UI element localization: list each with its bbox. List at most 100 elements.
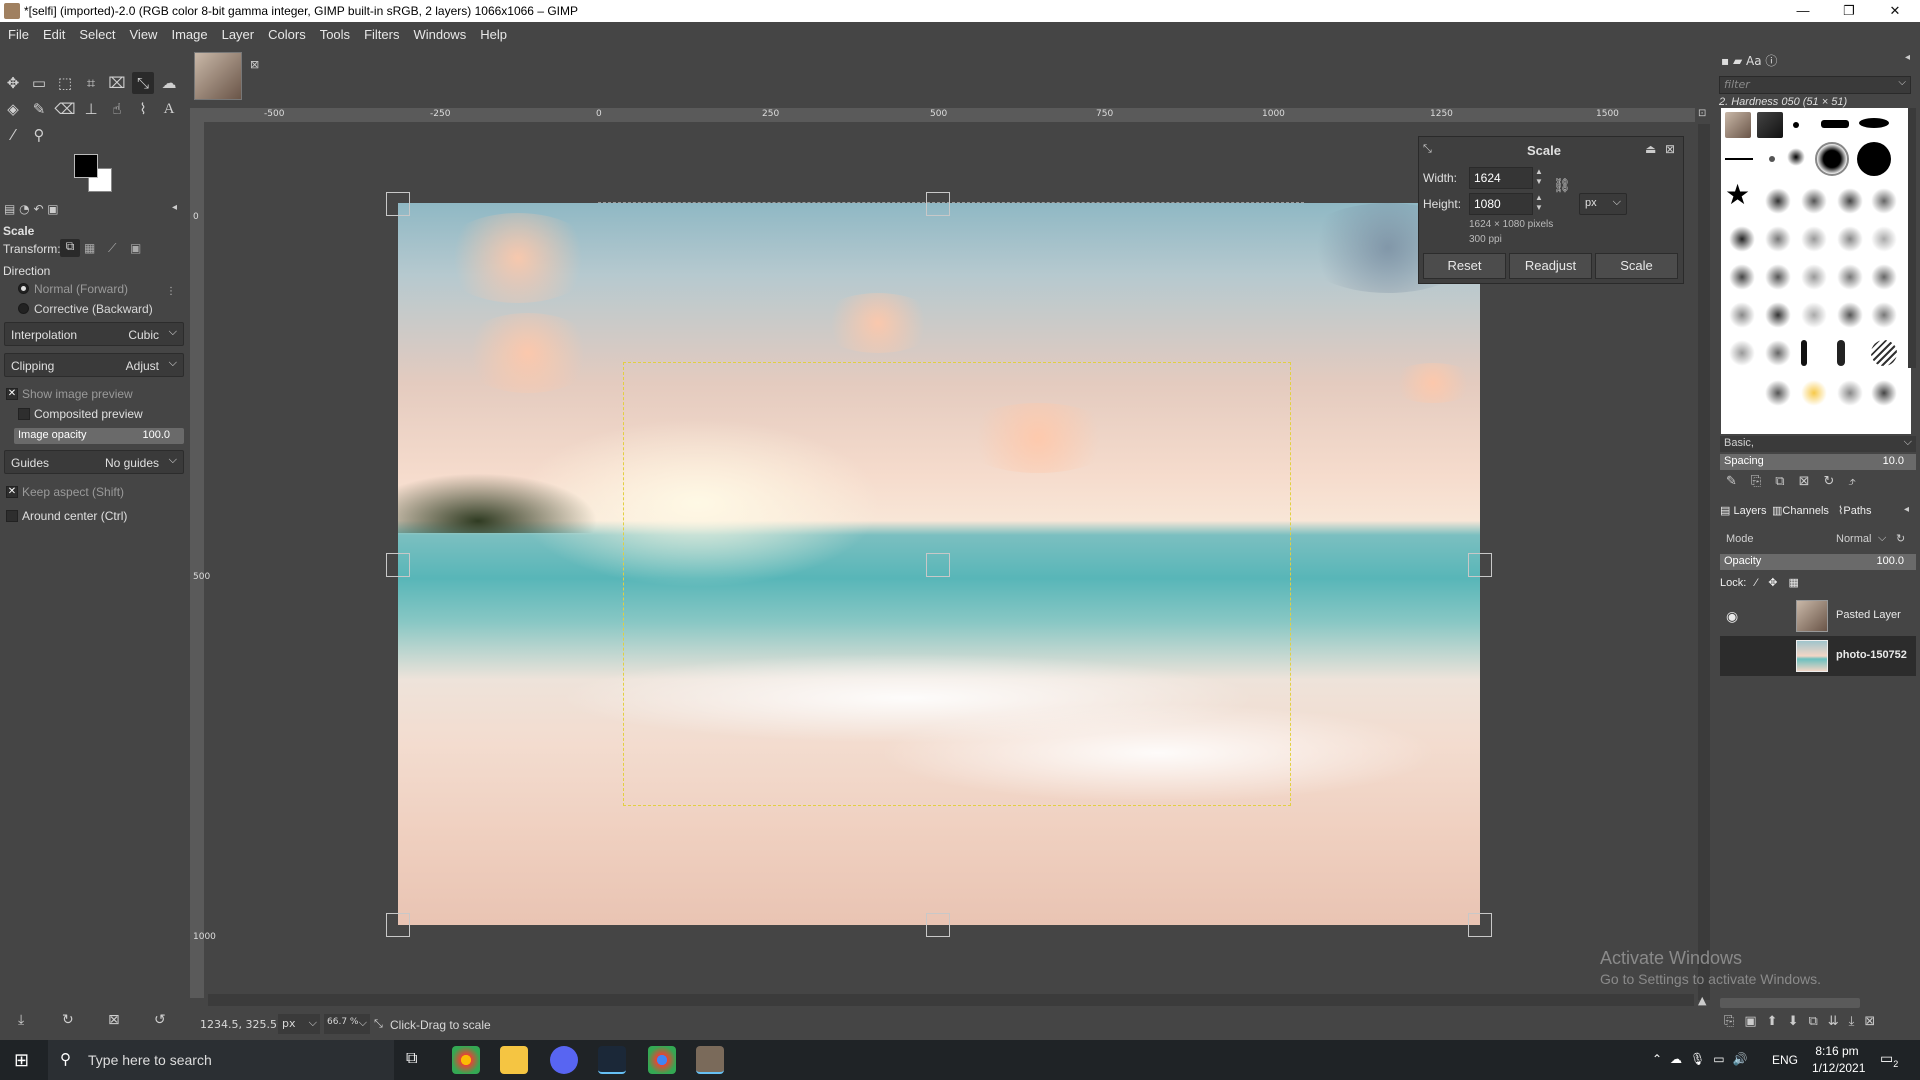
fuzzy-select-tool-icon[interactable]: ⬚ [54,72,76,94]
text-tool-icon[interactable]: A [158,98,180,120]
brush-thumbnail[interactable] [1837,264,1863,290]
reset-button[interactable]: Reset [1423,253,1506,279]
brush-thumbnail[interactable] [1871,188,1897,214]
horizontal-ruler[interactable]: -500 -250 0 250 500 750 1000 1250 1500 [190,108,1695,122]
brush-thumbnail[interactable] [1725,112,1751,138]
interpolation-combo[interactable]: Interpolation Cubic ⌵ [4,322,184,346]
delete-options-icon[interactable]: ⊠ [108,1012,120,1028]
system-tray-icons[interactable]: ⌃☁🎙▭🔊 [1652,1052,1756,1066]
menu-windows[interactable]: Windows [405,22,472,48]
chain-link-icon[interactable]: ⛓ [1553,177,1571,194]
brush-thumbnail[interactable] [1729,226,1755,252]
scale-handle-bottom-right[interactable] [1468,913,1492,937]
menu-layer[interactable]: Layer [214,22,261,48]
zoom-follow-icon[interactable]: ▲ [1698,994,1706,1007]
menu-edit[interactable]: Edit [35,22,71,48]
restore-options-icon[interactable]: ↻ [62,1012,74,1028]
color-picker-tool-icon[interactable]: ⁄ [2,124,24,146]
vertical-ruler[interactable]: 0 500 1000 [190,122,216,998]
maximize-button[interactable]: ❐ [1826,0,1872,22]
brush-thumbnail[interactable] [1725,158,1753,160]
bucket-fill-tool-icon[interactable]: ◈ [2,98,24,120]
star-brush-icon[interactable]: ★ [1725,178,1750,211]
guides-combo[interactable]: Guides No guides ⌵ [4,450,184,474]
width-spin-arrows-icon[interactable]: ▲ ▼ [1535,167,1543,187]
reset-options-icon[interactable]: ↺ [154,1012,166,1028]
height-input[interactable]: 1080 [1469,193,1533,215]
brush-thumbnail[interactable] [1729,264,1755,290]
panel-menu-icon[interactable]: ◂ [1904,504,1909,515]
brush-thumbnail[interactable] [1801,302,1827,328]
layer-mode-row[interactable]: Mode Normal ⌵ ↻ [1720,528,1916,550]
layer-row-selected[interactable]: photo-150752 [1720,636,1916,676]
layers-tab[interactable]: ▤ Layers [1720,504,1766,517]
readjust-button[interactable]: Readjust [1509,253,1592,279]
scale-handle-left[interactable] [386,553,410,577]
direction-normal-radio[interactable] [18,283,29,294]
menu-select[interactable]: Select [71,22,121,48]
brush-thumbnail[interactable] [1793,122,1799,128]
zoom-tool-icon[interactable]: ⚲ [28,124,50,146]
menu-file[interactable]: File [0,22,35,48]
chrome-profile-icon[interactable] [648,1046,676,1074]
brush-thumbnail[interactable] [1871,302,1897,328]
scale-tool-icon[interactable]: ⤡ [132,72,154,94]
transform-selection-icon[interactable]: ▦ [84,241,95,255]
tool-options-tab-icon[interactable]: ▤ ◔ ↶ ▣ [4,202,59,216]
brush-thumbnail[interactable] [1757,112,1783,138]
scale-handle-center[interactable] [926,553,950,577]
notifications-icon[interactable]: ▭2 [1880,1050,1898,1069]
brush-thumbnail[interactable] [1769,156,1775,162]
warp-tool-icon[interactable]: ☁ [158,72,180,94]
brush-thumbnail[interactable] [1837,380,1863,406]
layers-scrollbar[interactable] [1720,998,1860,1008]
paths-tool-icon[interactable]: ⌇ [132,98,154,120]
file-explorer-icon[interactable] [500,1046,528,1074]
brush-thumbnail[interactable] [1871,226,1897,252]
mode-reset-icon[interactable]: ↻ [1896,532,1905,545]
brush-thumbnail[interactable] [1837,226,1863,252]
paintbrush-tool-icon[interactable]: ✎ [28,98,50,120]
brush-thumbnail[interactable] [1837,188,1863,214]
layer-row[interactable]: ◉ Pasted Layer [1720,596,1916,636]
foreground-color-swatch-top[interactable] [74,154,98,178]
task-view-icon[interactable]: ⧉ [406,1050,417,1068]
panel-menu-icon[interactable]: ◂ [1905,52,1910,63]
brush-thumbnail[interactable] [1765,264,1791,290]
chain-link-icon[interactable]: ⋮ [166,286,176,297]
zoom-combo[interactable]: 66.7 % ⌵ [324,1014,370,1034]
horizontal-scrollbar[interactable] [208,994,1694,1006]
scale-handle-bottom[interactable] [926,913,950,937]
brush-grid[interactable]: ★ [1721,108,1911,434]
taskbar-search-box[interactable]: ⚲ Type here to search [48,1040,394,1080]
brush-thumbnail[interactable] [1871,380,1897,406]
scale-dialog-close-icon[interactable]: ⊠ [1665,142,1675,156]
close-image-tab-icon[interactable]: ⊠ [250,58,259,71]
brush-thumbnail[interactable] [1765,188,1791,214]
lock-pixels-icon[interactable]: ⁄ [1755,577,1757,589]
brush-thumbnail[interactable] [1837,302,1863,328]
brush-thumbnail[interactable] [1801,188,1827,214]
width-input[interactable]: 1624 [1469,167,1533,189]
image-opacity-slider[interactable]: Image opacity 100.0 [14,428,184,444]
crop-tool-icon[interactable]: ⌧ [106,72,128,94]
brush-filter-input[interactable]: filter ⌵ [1719,76,1911,94]
lock-position-icon[interactable]: ✥ [1768,577,1777,589]
scale-button[interactable]: Scale [1595,253,1678,279]
menu-colors[interactable]: Colors [260,22,312,48]
lock-alpha-icon[interactable]: ▦ [1789,577,1799,589]
brush-thumbnail[interactable] [1837,340,1845,366]
keep-aspect-checkbox[interactable]: ✕ [6,486,18,498]
brush-thumbnail[interactable] [1859,118,1889,128]
brush-spacing-slider[interactable]: Spacing 10.0 [1720,454,1916,470]
brush-thumbnail[interactable] [1801,340,1807,366]
steam-icon[interactable] [598,1046,626,1074]
scale-handle-top-left[interactable] [386,192,410,216]
brush-thumbnail[interactable] [1801,380,1827,406]
clone-tool-icon[interactable]: ⊥ [80,98,102,120]
close-button[interactable]: ✕ [1872,0,1918,22]
height-spin-arrows-icon[interactable]: ▲ ▼ [1535,193,1543,213]
gimp-taskbar-icon[interactable] [696,1046,724,1074]
composited-preview-checkbox[interactable] [18,408,30,420]
paths-tab[interactable]: ⌇Paths [1838,504,1872,517]
